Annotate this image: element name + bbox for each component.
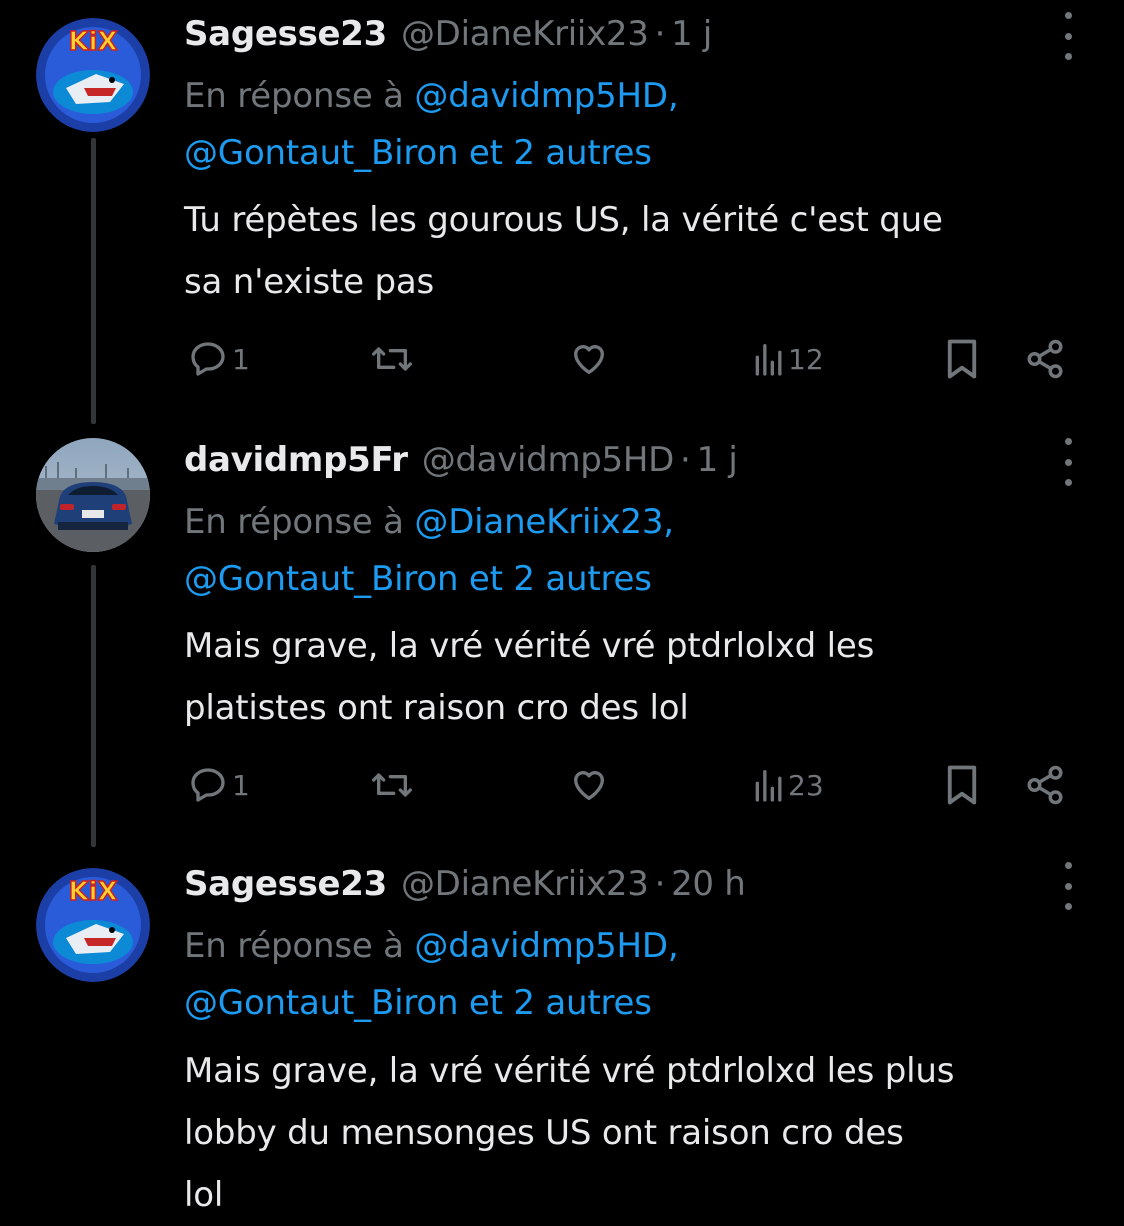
retweet-icon	[371, 347, 412, 371]
more-icon[interactable]	[1058, 12, 1078, 60]
more-icon[interactable]	[1058, 862, 1078, 910]
user-handle[interactable]: @DianeKriix23	[401, 14, 649, 54]
share-icon	[1027, 339, 1063, 379]
kix-logo-avatar: KiX	[36, 18, 150, 132]
reply-context: En réponse à @DianeKriix23, @Gontaut_Bir…	[184, 494, 1084, 608]
user-handle[interactable]: @davidmp5HD	[422, 440, 675, 480]
views-count: 12	[788, 342, 824, 376]
tweet-text-line: sa n'existe pas	[184, 262, 435, 302]
reply-context: En réponse à @davidmp5HD, @Gontaut_Biron…	[184, 68, 1084, 182]
tweet-text-line: Tu répètes les gourous US, la vérité c'e…	[184, 200, 943, 240]
kix-logo-text: KiX	[68, 877, 117, 907]
reply-icon	[191, 342, 225, 376]
bookmark-button[interactable]	[944, 760, 980, 810]
tweet-text-line: Mais grave, la vré vérité vré ptdrlolxd …	[184, 626, 875, 666]
tweet-text: Mais grave, la vré vérité vré ptdrlolxd …	[184, 1040, 1104, 1226]
avatar[interactable]	[36, 438, 150, 552]
tweet-header: Sagesse23 @DianeKriix23 · 1 j	[184, 6, 712, 62]
tweet-text-line: lobby du mensonges US ont raison cro des	[184, 1113, 904, 1153]
views-icon	[755, 343, 782, 376]
share-button[interactable]	[1024, 334, 1066, 384]
mention-link[interactable]: @davidmp5HD,	[414, 926, 678, 966]
separator-dot: ·	[654, 864, 666, 904]
tweet[interactable]: davidmp5Fr @davidmp5HD · 1 j En réponse …	[0, 432, 1124, 842]
timestamp[interactable]: 1 j	[671, 14, 712, 54]
user-handle[interactable]: @DianeKriix23	[401, 864, 649, 904]
mention-link[interactable]: @DianeKriix23,	[414, 502, 674, 542]
kix-logo-text: KiX	[68, 27, 117, 57]
more-icon[interactable]	[1058, 438, 1078, 486]
tweet-text-line: Mais grave, la vré vérité vré ptdrlolxd …	[184, 1051, 955, 1091]
action-bar: 1 23	[184, 760, 1084, 810]
views-count: 23	[788, 768, 824, 802]
tweet-text-line: platistes ont raison cro des lol	[184, 688, 689, 728]
action-bar: 1 12	[184, 334, 1084, 384]
retweet-icon	[371, 773, 412, 797]
mention-others-link[interactable]: @Gontaut_Biron et 2 autres	[184, 133, 652, 173]
display-name[interactable]: Sagesse23	[184, 864, 387, 904]
reply-button[interactable]: 1	[188, 334, 250, 384]
display-name[interactable]: davidmp5Fr	[184, 440, 408, 480]
kix-logo-avatar: KiX	[36, 868, 150, 982]
tweet-header: davidmp5Fr @davidmp5HD · 1 j	[184, 432, 738, 488]
reply-context: En réponse à @davidmp5HD, @Gontaut_Biron…	[184, 918, 1084, 1032]
timestamp[interactable]: 1 j	[697, 440, 738, 480]
tweet-text: Tu répètes les gourous US, la vérité c'e…	[184, 189, 1104, 313]
reply-icon	[191, 768, 225, 802]
mention-others-link[interactable]: @Gontaut_Biron et 2 autres	[184, 559, 652, 599]
reply-prefix: En réponse à	[184, 502, 415, 542]
bookmark-icon	[947, 339, 977, 379]
reply-button[interactable]: 1	[188, 760, 250, 810]
tweet[interactable]: KiX Sagesse23 @DianeKriix23 · 1 j En rép…	[0, 6, 1124, 416]
reply-count: 1	[232, 768, 250, 802]
mention-link[interactable]: @davidmp5HD,	[414, 76, 678, 116]
separator-dot: ·	[680, 440, 691, 480]
views-icon	[755, 770, 782, 802]
like-button[interactable]	[568, 760, 610, 810]
separator-dot: ·	[654, 14, 666, 54]
like-button[interactable]	[568, 334, 610, 384]
timestamp[interactable]: 20 h	[671, 864, 746, 904]
reply-count: 1	[232, 342, 250, 376]
avatar[interactable]: KiX	[36, 18, 150, 132]
display-name[interactable]: Sagesse23	[184, 14, 387, 54]
reply-prefix: En réponse à	[184, 926, 415, 966]
retweet-button[interactable]	[370, 760, 414, 810]
views-button[interactable]: 23	[754, 760, 824, 810]
share-icon	[1027, 765, 1063, 805]
like-icon	[574, 345, 604, 374]
tweet[interactable]: KiX Sagesse23 @DianeKriix23 · 20 h En ré…	[0, 856, 1124, 1215]
avatar[interactable]: KiX	[36, 868, 150, 982]
bookmark-icon	[947, 765, 977, 805]
reply-prefix: En réponse à	[184, 76, 415, 116]
tweet-text-line: lol	[184, 1175, 224, 1215]
views-button[interactable]: 12	[754, 334, 824, 384]
mention-others-link[interactable]: @Gontaut_Biron et 2 autres	[184, 983, 652, 1023]
retweet-button[interactable]	[370, 334, 414, 384]
car-photo-avatar	[36, 438, 150, 552]
like-icon	[574, 771, 604, 800]
share-button[interactable]	[1024, 760, 1066, 810]
tweet-text: Mais grave, la vré vérité vré ptdrlolxd …	[184, 615, 1104, 739]
tweet-header: Sagesse23 @DianeKriix23 · 20 h	[184, 856, 746, 912]
bookmark-button[interactable]	[944, 334, 980, 384]
